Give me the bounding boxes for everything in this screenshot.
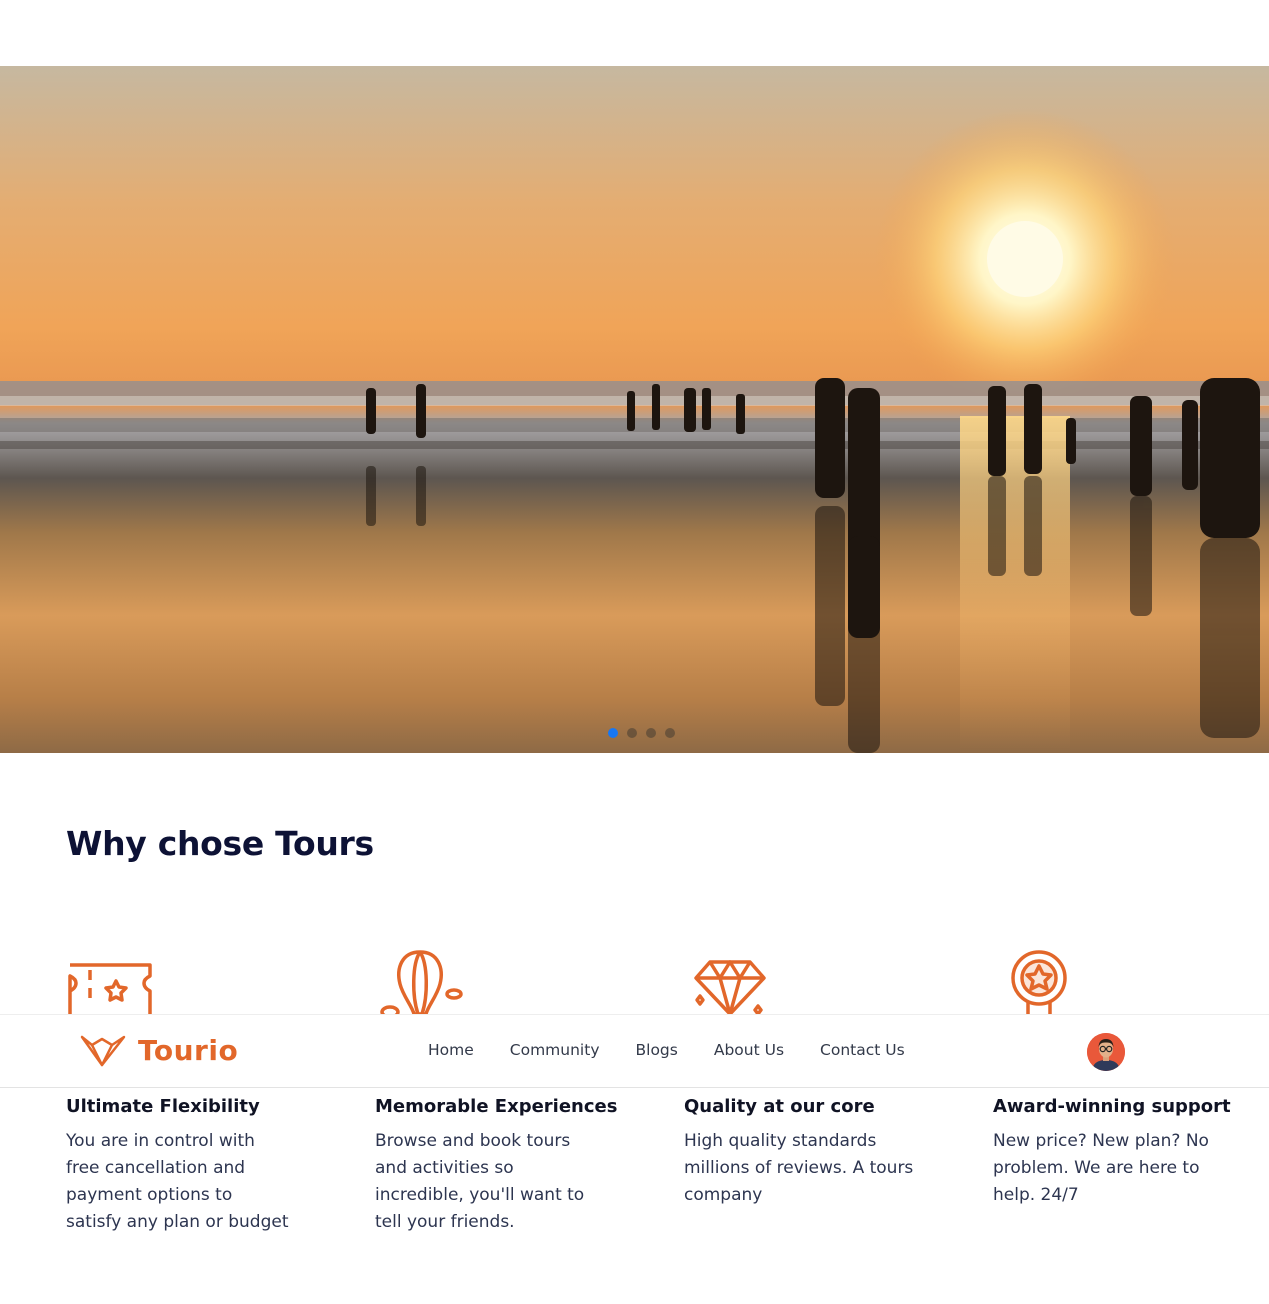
- brand-name: Tourio: [138, 1033, 239, 1067]
- nav-community[interactable]: Community: [510, 1041, 600, 1059]
- feature-desc-quality: High quality standards millions of revie…: [684, 1131, 914, 1205]
- slider-dot-3[interactable]: [646, 728, 656, 738]
- user-avatar-image: [1087, 1033, 1125, 1071]
- hero-slider: [0, 66, 1269, 753]
- diamond-icon: [694, 960, 766, 1016]
- section-title: Why chose Tours: [66, 824, 374, 863]
- navbar: Tourio Home Community Blogs About Us Con…: [0, 1014, 1269, 1088]
- feature-title-quality: Quality at our core: [684, 1096, 875, 1117]
- tourio-logo-icon: [80, 1035, 126, 1067]
- ticket-icon: [68, 963, 152, 1018]
- nav-contact-us[interactable]: Contact Us: [820, 1041, 905, 1059]
- feature-title-experiences: Memorable Experiences: [375, 1096, 618, 1117]
- award-medal-icon: [1011, 950, 1067, 1018]
- feature-desc-support: New price? New plan? No problem. We are …: [993, 1131, 1209, 1205]
- slider-dot-4[interactable]: [665, 728, 675, 738]
- feature-title-flexibility: Ultimate Flexibility: [66, 1096, 260, 1117]
- feature-desc-flexibility: You are in control with free cancellatio…: [66, 1131, 289, 1232]
- nav-home[interactable]: Home: [428, 1041, 474, 1059]
- slider-dot-1[interactable]: [608, 728, 618, 738]
- nav-about-us[interactable]: About Us: [714, 1041, 784, 1059]
- feature-desc-experiences: Browse and book tours and activities so …: [375, 1131, 585, 1232]
- slider-dot-2[interactable]: [627, 728, 637, 738]
- brand-logo[interactable]: Tourio: [80, 1033, 238, 1067]
- user-avatar[interactable]: [1087, 1033, 1125, 1071]
- nav-blogs[interactable]: Blogs: [636, 1041, 678, 1059]
- feature-title-support: Award-winning support: [993, 1096, 1231, 1117]
- main-nav: Home Community Blogs About Us Contact Us: [428, 1041, 905, 1059]
- hot-air-balloon-icon: [380, 950, 463, 1018]
- beach-sunset-image: [0, 109, 1269, 753]
- slider-pagination: [608, 728, 675, 738]
